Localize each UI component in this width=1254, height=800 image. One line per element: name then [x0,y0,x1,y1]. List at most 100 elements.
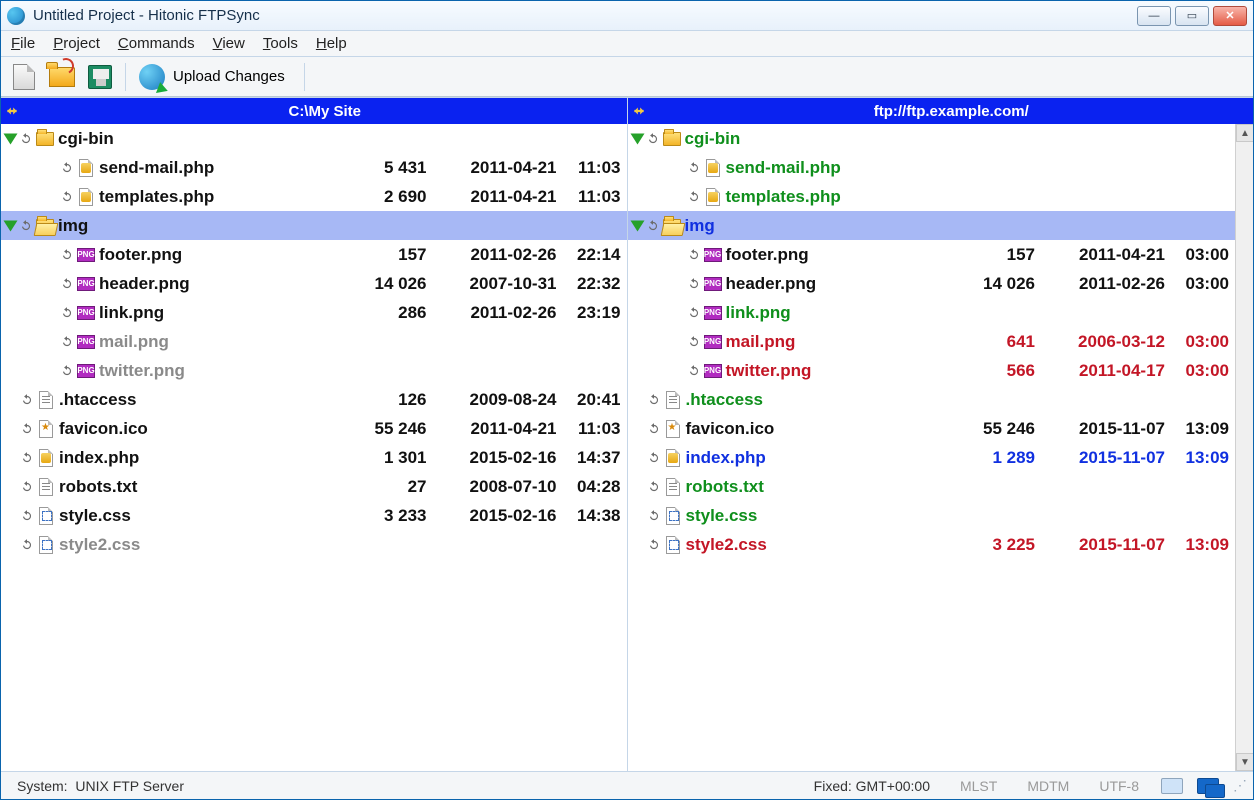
close-button[interactable]: ✕ [1213,6,1247,26]
file-row[interactable]: .htaccess [628,385,1236,414]
expand-toggle-icon[interactable] [630,133,644,144]
file-row[interactable]: index.php1 3012015-02-1614:37 [1,443,627,472]
remote-panel-header[interactable]: ftp://ftp.example.com/ [628,98,1254,124]
refresh-icon[interactable] [686,160,702,176]
scroll-up-button[interactable]: ▲ [1236,124,1253,142]
refresh-icon[interactable] [59,189,75,205]
file-row[interactable]: favicon.ico55 2462015-11-0713:09 [628,414,1236,443]
maximize-button[interactable]: ▭ [1175,6,1209,26]
open-project-button[interactable] [45,61,79,93]
minimize-button[interactable]: — [1137,6,1171,26]
refresh-icon[interactable] [686,334,702,350]
file-row[interactable]: favicon.ico55 2462011-04-2111:03 [1,414,627,443]
scrollbar[interactable]: ▲ ▼ [1235,124,1253,771]
refresh-icon[interactable] [686,305,702,321]
refresh-icon[interactable] [646,508,662,524]
file-row[interactable]: style2.css3 2252015-11-0713:09 [628,530,1236,559]
refresh-icon[interactable] [646,421,662,437]
file-row[interactable]: PNGmail.png [1,327,627,356]
new-file-icon [13,64,35,90]
file-row[interactable]: templates.php2 6902011-04-2111:03 [1,182,627,211]
refresh-icon[interactable] [646,537,662,553]
menu-commands[interactable]: Commands [118,35,195,52]
refresh-icon[interactable] [645,131,661,147]
file-row[interactable]: PNGheader.png14 0262007-10-3122:32 [1,269,627,298]
local-file-list[interactable]: cgi-binsend-mail.php5 4312011-04-2111:03… [1,124,627,771]
refresh-icon[interactable] [19,392,35,408]
file-row[interactable]: send-mail.php5 4312011-04-2111:03 [1,153,627,182]
menu-file[interactable]: File [11,35,35,52]
item-size: 1 301 [337,448,427,468]
file-row[interactable]: PNGfooter.png1572011-04-2103:00 [628,240,1236,269]
refresh-icon[interactable] [59,276,75,292]
item-time: 03:00 [1165,332,1235,352]
item-name: header.png [726,274,817,294]
refresh-icon[interactable] [19,450,35,466]
file-row[interactable]: PNGmail.png6412006-03-1203:00 [628,327,1236,356]
refresh-icon[interactable] [686,189,702,205]
new-project-button[interactable] [7,61,41,93]
refresh-icon[interactable] [646,450,662,466]
remote-file-list[interactable]: cgi-binsend-mail.phptemplates.phpimgPNGf… [628,124,1236,771]
expand-toggle-icon[interactable] [4,220,18,231]
item-time: 11:03 [557,187,627,207]
file-row[interactable]: PNGlink.png [628,298,1236,327]
refresh-icon[interactable] [18,131,34,147]
local-path: C:\My Site [23,103,627,120]
status-system: System: UNIX FTP Server [9,778,192,794]
menu-project[interactable]: Project [53,35,100,52]
local-panel-header[interactable]: C:\My Site [1,98,627,124]
refresh-icon[interactable] [59,363,75,379]
refresh-icon[interactable] [59,334,75,350]
save-project-button[interactable] [83,61,117,93]
file-row[interactable]: PNGfooter.png1572011-02-2622:14 [1,240,627,269]
file-row[interactable]: style.css [628,501,1236,530]
file-row[interactable]: index.php1 2892015-11-0713:09 [628,443,1236,472]
item-name: style.css [59,506,131,526]
file-row[interactable]: PNGtwitter.png [1,356,627,385]
file-row[interactable]: style2.css [1,530,627,559]
refresh-icon[interactable] [19,508,35,524]
file-row[interactable]: PNGlink.png2862011-02-2623:19 [1,298,627,327]
item-date: 2011-02-26 [1035,274,1165,294]
folder-row[interactable]: img [1,211,627,240]
file-row[interactable]: send-mail.php [628,153,1236,182]
menu-view[interactable]: View [213,35,245,52]
file-row[interactable]: templates.php [628,182,1236,211]
expand-toggle-icon[interactable] [4,133,18,144]
expand-toggle-icon[interactable] [630,220,644,231]
file-row[interactable]: .htaccess1262009-08-2420:41 [1,385,627,414]
panes-icon[interactable] [1161,778,1183,794]
png-icon: PNG [704,275,722,293]
resize-grip[interactable]: ⋰ [1233,777,1245,794]
refresh-icon[interactable] [19,479,35,495]
refresh-icon[interactable] [645,218,661,234]
refresh-icon[interactable] [59,160,75,176]
refresh-icon[interactable] [19,421,35,437]
file-row[interactable]: robots.txt272008-07-1004:28 [1,472,627,501]
refresh-icon[interactable] [646,392,662,408]
file-row[interactable]: PNGheader.png14 0262011-02-2603:00 [628,269,1236,298]
upload-changes-label: Upload Changes [173,68,285,85]
refresh-icon[interactable] [686,363,702,379]
menu-help[interactable]: Help [316,35,347,52]
refresh-icon[interactable] [59,247,75,263]
file-row[interactable]: PNGtwitter.png5662011-04-1703:00 [628,356,1236,385]
folder-row[interactable]: cgi-bin [1,124,627,153]
refresh-icon[interactable] [19,537,35,553]
menu-tools[interactable]: Tools [263,35,298,52]
file-row[interactable]: style.css3 2332015-02-1614:38 [1,501,627,530]
refresh-icon[interactable] [59,305,75,321]
refresh-icon[interactable] [646,479,662,495]
refresh-icon[interactable] [686,276,702,292]
png-icon: PNG [77,246,95,264]
scroll-down-button[interactable]: ▼ [1236,753,1253,771]
panes-dual-icon[interactable] [1197,778,1219,794]
folder-row[interactable]: cgi-bin [628,124,1236,153]
item-date: 2015-11-07 [1035,448,1165,468]
upload-changes-button[interactable]: Upload Changes [134,61,296,93]
folder-row[interactable]: img [628,211,1236,240]
refresh-icon[interactable] [686,247,702,263]
refresh-icon[interactable] [18,218,34,234]
file-row[interactable]: robots.txt [628,472,1236,501]
